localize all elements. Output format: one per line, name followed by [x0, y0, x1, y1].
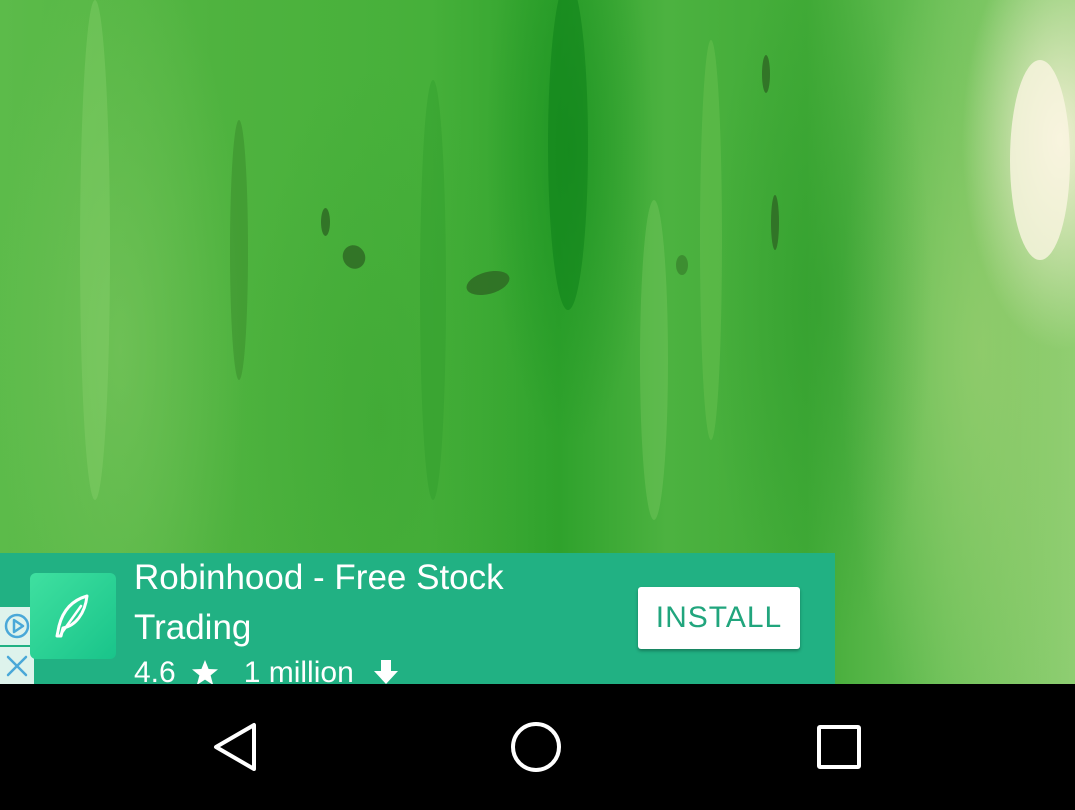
wallpaper-streak — [230, 120, 248, 380]
recents-button[interactable] — [769, 684, 909, 810]
wallpaper-streak — [548, 0, 588, 310]
feather-icon — [55, 594, 89, 638]
ad-title[interactable]: Robinhood - Free Stock Trading — [134, 553, 604, 653]
wallpaper-spot — [762, 55, 770, 93]
screen: Robinhood - Free Stock Trading 4.6 1 mil… — [0, 0, 1075, 810]
wallpaper-streak — [420, 80, 446, 500]
back-triangle-icon — [214, 723, 256, 771]
recents-square-icon — [817, 725, 861, 769]
home-circle-icon — [511, 722, 561, 772]
back-button[interactable] — [166, 684, 306, 810]
wallpaper-spot — [338, 241, 370, 273]
wallpaper-spot — [463, 266, 513, 300]
close-icon — [6, 655, 28, 676]
adchoices-icon — [4, 613, 30, 639]
app-icon[interactable] — [30, 573, 116, 659]
wallpaper-streak — [1010, 60, 1070, 260]
adchoices-button[interactable] — [0, 607, 34, 645]
wallpaper-streak — [80, 0, 110, 500]
ad-close-button[interactable] — [0, 647, 34, 684]
navigation-bar — [0, 684, 1075, 810]
wallpaper-streak — [640, 200, 668, 520]
wallpaper-spot — [771, 195, 779, 250]
wallpaper-streak — [700, 40, 722, 440]
home-button[interactable] — [466, 684, 606, 810]
install-button[interactable]: INSTALL — [638, 587, 800, 649]
wallpaper-spot — [321, 208, 330, 236]
wallpaper-spot — [676, 255, 688, 275]
